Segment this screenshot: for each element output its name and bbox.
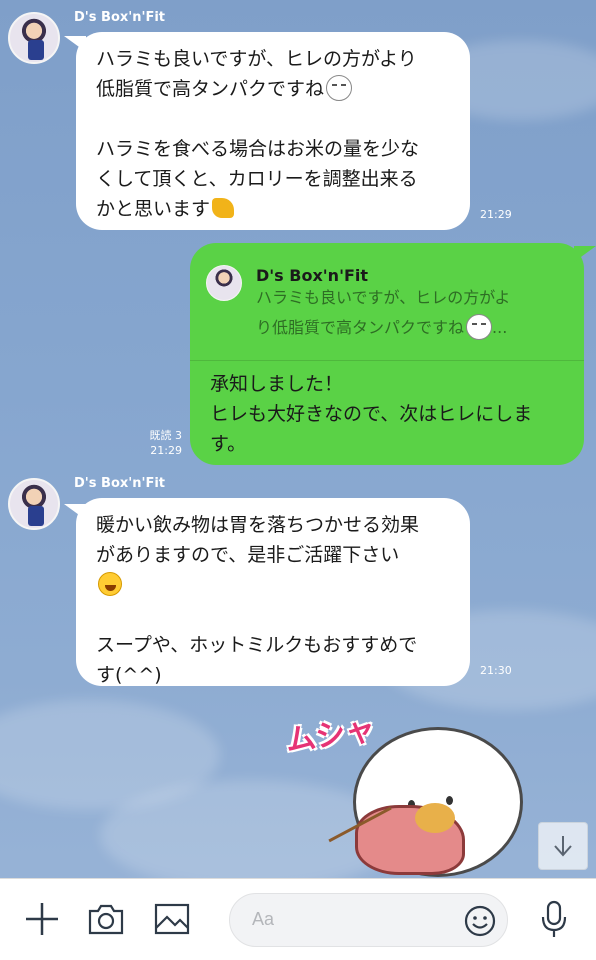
read-count: 既読 3 [149,429,183,442]
message-line: ハラミも良いですが、ヒレの方がより [96,48,417,70]
bubble-tail [574,246,596,262]
message-line: がありますので、是非ご活躍下さい [96,544,400,566]
plus-icon [26,903,58,935]
sender-avatar[interactable] [8,478,60,530]
my-message-bubble[interactable]: D's Box'n'Fit ハラミも良いですが、ヒレの方がよ り低脂質で高タンパ… [190,243,584,465]
message-line: ヒレも大好きなので、次はヒレにしま [210,403,533,425]
plus-button[interactable] [22,899,62,939]
scroll-to-bottom-button[interactable] [538,822,588,870]
message-bubble[interactable]: 暖かい飲み物は胃を落ちつかせる効果 がありますので、是非ご活躍下さい スープや、… [76,498,470,686]
message-line: くして頂くと、カロリーを調整出来る [96,168,418,190]
sender-name: D's Box'n'Fit [74,10,166,25]
reply-quoted-text: ハラミも良いですが、ヒレの方がよ り低脂質で高タンパクですね... [256,283,510,343]
read-receipt: 既読 3 21:29 [130,428,183,458]
message-time: 21:29 [480,208,512,221]
voice-button[interactable] [534,899,574,939]
flexed-biceps-emoji-icon [212,197,235,218]
image-icon [154,903,190,935]
microphone-icon [541,900,567,937]
image-button[interactable] [152,899,192,939]
camera-button[interactable] [86,899,126,939]
sender-name: D's Box'n'Fit [74,476,166,491]
message-line: 低脂質で高タンパクですね [96,74,450,104]
message-bubble[interactable]: ハラミも良いですが、ヒレの方がより 低脂質で高タンパクですね ハラミを食べる場合… [76,32,470,230]
message-line: かと思います [96,194,450,224]
my-message-text: 承知しました！ ヒレも大好きなので、次はヒレにしま す。 [210,369,532,459]
camera-icon [88,904,124,935]
message-input-placeholder: Aa [252,909,275,929]
grin-emoji-icon [466,313,493,340]
sender-avatar[interactable] [8,12,60,64]
laughing-emoji-icon [98,571,122,596]
message-line [96,570,450,600]
message-line: 暖かい飲み物は胃を落ちつかせる効果 [96,514,420,536]
message-line: ハラミを食べる場合はお米の量を少な [96,138,420,160]
message-time: 21:30 [480,664,512,677]
message-input[interactable]: Aa [229,893,508,947]
message-line: す。 [210,433,247,455]
chat-area: D's Box'n'Fit ハラミも良いですが、ヒレの方がより 低脂質で高タンパ… [0,0,596,878]
eating-character-sticker[interactable]: ムシャ [283,705,545,878]
arrow-down-icon [554,836,572,857]
emoji-icon[interactable] [463,904,497,938]
reply-avatar [206,265,242,301]
message-line: スープや、ホットミルクもおすすめで [96,634,418,656]
message-time: 21:29 [150,444,182,457]
sticker-sound-text: ムシャ [283,711,378,760]
reply-preview[interactable]: D's Box'n'Fit ハラミも良いですが、ヒレの方がよ り低脂質で高タンパ… [190,243,584,361]
input-bar: Aa [0,878,596,960]
message-line: す(^^) [96,664,162,686]
message-line: 承知しました！ [210,373,344,395]
grin-emoji-icon [326,74,353,101]
